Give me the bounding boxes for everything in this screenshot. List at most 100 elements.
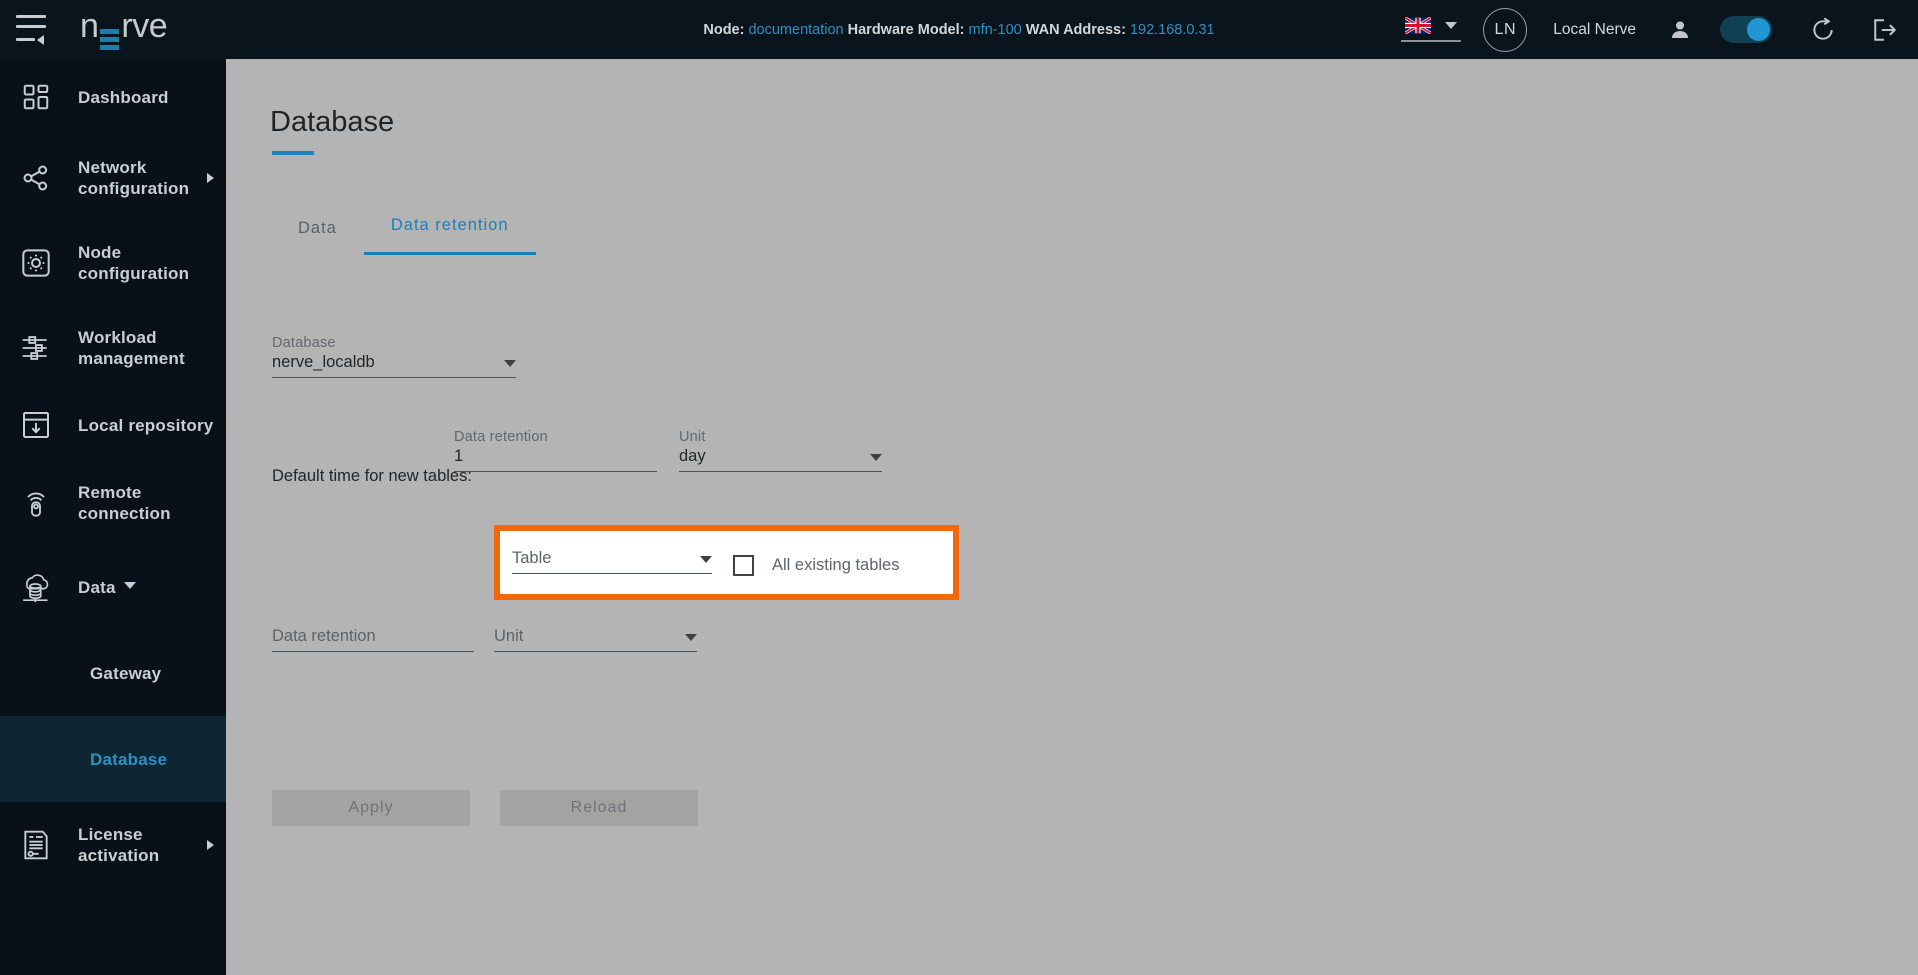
sidebar-item-label: Network configuration <box>78 157 190 198</box>
sliders-icon <box>12 324 60 372</box>
node-label: Node: <box>703 21 745 38</box>
sidebar-item-data[interactable]: Data <box>0 545 226 630</box>
sidebar-item-local-repository[interactable]: Local repository <box>0 390 226 460</box>
database-select-label: Database <box>272 335 336 351</box>
page-title: Database <box>270 106 395 138</box>
chevron-down-icon <box>123 582 136 589</box>
chevron-right-icon <box>207 839 214 850</box>
sidebar-navigation: Dashboard Network configuration Node con… <box>0 59 226 975</box>
table-select-field: Table <box>512 549 712 574</box>
logo-equals-icon <box>100 28 120 50</box>
entry-retention-field: Data retention <box>272 627 474 652</box>
database-select-field: Database nerve_localdb <box>272 335 516 378</box>
logo-letters-rve: rve <box>121 6 168 45</box>
chevron-down-icon <box>1445 22 1458 29</box>
sidebar-item-label: Data <box>78 578 116 597</box>
chevron-down-icon <box>700 556 712 563</box>
default-time-label: Default time for new tables: <box>272 467 472 485</box>
tab-data-retention[interactable]: Data retention <box>363 216 536 255</box>
logo-letter-n: n <box>80 6 99 45</box>
entry-retention-placeholder: Data retention <box>272 627 376 645</box>
top-header-bar: n rve Node: documentation Hardware Model… <box>0 0 1918 59</box>
repository-download-icon <box>12 401 60 449</box>
logout-icon[interactable] <box>1872 17 1898 43</box>
sidebar-item-gateway[interactable]: Gateway <box>0 630 226 716</box>
default-retention-input[interactable]: 1 <box>454 447 657 472</box>
tab-data[interactable]: Data <box>271 219 364 255</box>
hamburger-bar <box>16 24 46 28</box>
sidebar-item-label: Dashboard <box>78 87 169 107</box>
status-toggle[interactable] <box>1720 16 1772 43</box>
hardware-value[interactable]: mfn-100 <box>969 22 1022 38</box>
page-title-underline <box>272 151 314 155</box>
table-select[interactable]: Table <box>512 549 712 574</box>
default-unit-select[interactable]: day <box>679 447 882 472</box>
sidebar-item-dashboard[interactable]: Dashboard <box>0 59 226 135</box>
database-select-value: nerve_localdb <box>272 353 375 371</box>
sidebar-item-label-wrap: Data <box>78 577 136 598</box>
uk-flag-icon <box>1405 17 1432 34</box>
sidebar-item-network-configuration[interactable]: Network configuration <box>0 135 226 220</box>
tab-bar: Data Data retention <box>271 216 536 255</box>
default-retention-field: Data retention 1 <box>454 429 657 472</box>
database-select[interactable]: nerve_localdb <box>272 353 516 378</box>
reload-button[interactable]: Reload <box>500 790 698 826</box>
toggle-knob <box>1747 18 1770 41</box>
wan-value[interactable]: 192.168.0.31 <box>1130 22 1215 38</box>
avatar-initials: LN <box>1494 20 1516 38</box>
table-selection-highlight: Table All existing tables <box>494 525 959 600</box>
entry-unit-select[interactable]: Unit <box>494 627 697 652</box>
node-value[interactable]: documentation <box>748 22 843 38</box>
hamburger-bar <box>16 14 46 18</box>
license-document-icon <box>12 821 60 869</box>
entry-unit-field: Unit <box>494 627 697 652</box>
avatar[interactable]: LN <box>1483 7 1528 52</box>
default-unit-value: day <box>679 447 706 465</box>
entry-unit-placeholder: Unit <box>494 627 524 645</box>
hamburger-bar <box>16 38 35 41</box>
chevron-left-icon <box>37 34 44 45</box>
network-share-icon <box>12 154 60 202</box>
person-icon[interactable] <box>1668 18 1692 42</box>
sidebar-item-node-configuration[interactable]: Node configuration <box>0 220 226 305</box>
remote-control-icon <box>12 479 60 527</box>
chevron-down-icon <box>870 454 882 461</box>
all-existing-tables-label: All existing tables <box>772 556 900 574</box>
all-existing-tables-checkbox-row[interactable]: All existing tables <box>733 555 899 576</box>
sidebar-item-database[interactable]: Database <box>0 716 226 802</box>
sidebar-item-label: Database <box>90 749 168 769</box>
sidebar-item-remote-connection[interactable]: Remote connection <box>0 460 226 545</box>
default-retention-value: 1 <box>454 447 464 465</box>
user-name-label: Local Nerve <box>1553 20 1636 38</box>
language-selector[interactable] <box>1401 17 1462 42</box>
hamburger-bar-arrow <box>16 34 44 45</box>
chevron-right-icon <box>207 172 214 183</box>
hardware-label: Hardware Model: <box>847 21 965 38</box>
refresh-icon[interactable] <box>1810 16 1836 43</box>
sidebar-item-label: Local repository <box>78 415 214 435</box>
sidebar-item-label: Workload management <box>78 327 185 368</box>
nerve-logo[interactable]: n rve <box>80 6 168 53</box>
table-select-placeholder: Table <box>512 549 552 567</box>
default-unit-label: Unit <box>679 429 706 445</box>
entry-retention-input[interactable]: Data retention <box>272 627 474 652</box>
sidebar-item-label: Remote connection <box>78 482 171 523</box>
sidebar-item-label: License activation <box>78 824 160 865</box>
sidebar-item-license-activation[interactable]: License activation <box>0 802 226 887</box>
dashboard-icon <box>12 73 60 121</box>
chevron-down-icon <box>504 360 516 367</box>
main-content: Database Data Data retention Database ne… <box>226 59 1918 975</box>
wan-label: WAN Address: <box>1025 21 1126 38</box>
sidebar-item-label: Node configuration <box>78 242 190 283</box>
chevron-down-icon <box>685 634 697 641</box>
default-retention-label: Data retention <box>454 429 548 445</box>
sidebar-item-workload-management[interactable]: Workload management <box>0 305 226 390</box>
hamburger-collapse-icon[interactable] <box>16 8 62 52</box>
all-existing-tables-checkbox[interactable] <box>733 555 754 576</box>
sidebar-item-label: Gateway <box>90 663 162 683</box>
gear-square-icon <box>12 239 60 287</box>
cloud-database-icon <box>12 564 60 612</box>
apply-button[interactable]: Apply <box>272 790 470 826</box>
header-right-controls: LN Local Nerve <box>1401 7 1918 52</box>
default-unit-field: Unit day <box>679 429 882 472</box>
